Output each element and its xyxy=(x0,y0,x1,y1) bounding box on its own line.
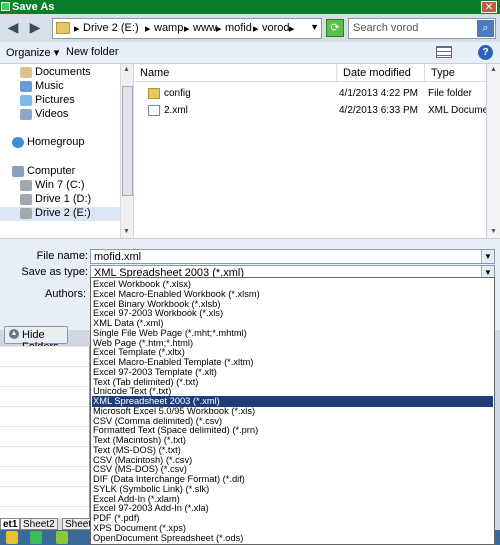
scroll-down-icon[interactable]: ▼ xyxy=(123,228,130,235)
breadcrumb-item[interactable]: vorod xyxy=(262,22,290,34)
drive-icon xyxy=(20,194,32,205)
toolbar: Organize ▾ New folder ? xyxy=(0,42,500,64)
scroll-up-icon[interactable]: ▲ xyxy=(123,66,130,73)
nav-item-homegroup[interactable]: Homegroup xyxy=(0,136,120,150)
address-bar: ◀ ▶ ▸ Drive 2 (E:) ▸ wamp ▸ www ▸ mofid … xyxy=(0,14,500,42)
scroll-up-icon[interactable]: ▲ xyxy=(490,66,497,73)
nav-item-pictures[interactable]: Pictures xyxy=(0,94,120,108)
nav-label: Music xyxy=(35,80,64,92)
breadcrumb-item[interactable]: mofid xyxy=(225,22,252,34)
app-icon xyxy=(1,2,10,11)
title-bar: Save As ✕ xyxy=(0,0,500,14)
nav-item-drive-c[interactable]: Win 7 (C:) xyxy=(0,179,120,193)
close-button[interactable]: ✕ xyxy=(481,1,497,13)
help-icon[interactable]: ? xyxy=(478,45,493,60)
forward-button[interactable]: ▶ xyxy=(24,18,46,38)
nav-label: Drive 1 (D:) xyxy=(35,193,92,205)
filetype-dropdown-list[interactable]: Excel Workbook (*.xlsx) Excel Macro-Enabl… xyxy=(90,277,495,545)
nav-label: Homegroup xyxy=(27,136,85,148)
xml-file-icon xyxy=(148,105,160,116)
nav-label: Pictures xyxy=(35,94,75,106)
app-icon[interactable] xyxy=(56,531,68,544)
drive-icon xyxy=(20,180,32,191)
navigation-pane: Documents Music Pictures Videos Homegrou… xyxy=(0,64,120,238)
breadcrumb-sep: ▸ xyxy=(145,23,151,35)
nav-label: Drive 2 (E:) xyxy=(35,207,91,219)
chevron-down-icon[interactable]: ▼ xyxy=(310,22,319,32)
authors-label: Authors: xyxy=(45,288,86,300)
sheet-tab[interactable]: Sheet2 xyxy=(20,518,58,530)
breadcrumb-item[interactable]: wamp xyxy=(154,22,183,34)
scroll-thumb[interactable] xyxy=(122,86,133,196)
breadcrumb-sep: ▸ xyxy=(184,23,190,35)
music-icon xyxy=(20,81,32,92)
excel-icon[interactable] xyxy=(30,531,42,544)
back-button[interactable]: ◀ xyxy=(2,18,24,38)
file-type: File folder xyxy=(428,88,472,99)
file-date: 4/2/2013 6:33 PM xyxy=(339,105,418,116)
filename-label: File name: xyxy=(36,250,88,262)
drive-icon xyxy=(20,208,32,219)
filetype-option[interactable]: OpenDocument Spreadsheet (*.ods) xyxy=(92,533,493,544)
nav-item-drive-d[interactable]: Drive 1 (D:) xyxy=(0,193,120,207)
nav-item-documents[interactable]: Documents xyxy=(0,66,120,80)
nav-item-drive-e[interactable]: Drive 2 (E:) xyxy=(0,207,120,221)
search-box[interactable]: Search vorod ⌕ xyxy=(348,18,496,39)
breadcrumb-item[interactable]: Drive 2 (E:) xyxy=(83,22,139,34)
refresh-icon[interactable]: ⟳ xyxy=(326,19,344,37)
homegroup-icon xyxy=(12,137,24,148)
organize-button[interactable]: Organize ▾ xyxy=(6,46,59,59)
folder-icon xyxy=(56,22,70,34)
column-header-name[interactable]: Name xyxy=(134,64,337,82)
view-options-icon[interactable] xyxy=(436,46,452,58)
new-folder-button[interactable]: New folder xyxy=(66,46,119,58)
videos-icon xyxy=(20,109,32,120)
breadcrumb-sep: ▸ xyxy=(216,23,222,35)
file-list: Name Date modified Type config 4/1/2013 … xyxy=(134,64,500,238)
file-list-scrollbar[interactable]: ▲ ▼ xyxy=(486,64,500,238)
scroll-down-icon[interactable]: ▼ xyxy=(490,228,497,235)
file-name: config xyxy=(164,88,191,99)
window-title: Save As xyxy=(12,1,55,13)
breadcrumb[interactable]: ▸ Drive 2 (E:) ▸ wamp ▸ www ▸ mofid ▸ vo… xyxy=(52,18,322,39)
documents-icon xyxy=(20,67,32,78)
nav-item-computer[interactable]: Computer xyxy=(0,165,120,179)
filename-value: mofid.xml xyxy=(94,251,142,263)
explorer-icon[interactable] xyxy=(6,531,18,544)
search-input[interactable]: Search vorod xyxy=(353,22,418,34)
folder-icon xyxy=(148,88,160,99)
nav-label: Videos xyxy=(35,108,69,120)
nav-label: Documents xyxy=(35,66,91,78)
breadcrumb-sep: ▸ xyxy=(289,23,295,35)
sheet-tabs: et1 Sheet2 Sheet3 xyxy=(0,518,100,530)
column-header-date[interactable]: Date modified xyxy=(337,64,425,82)
chevron-up-icon: ▲ xyxy=(9,329,19,339)
breadcrumb-item[interactable]: www xyxy=(193,22,217,34)
filename-field[interactable]: mofid.xml ▼ xyxy=(90,249,495,264)
nav-label: Win 7 (C:) xyxy=(35,179,85,191)
sheet-tab[interactable]: et1 xyxy=(0,518,21,530)
file-date: 4/1/2013 4:22 PM xyxy=(339,88,418,99)
chevron-down-icon[interactable]: ▼ xyxy=(481,250,494,263)
background-spreadsheet xyxy=(0,346,90,545)
nav-label: Computer xyxy=(27,165,76,177)
computer-icon xyxy=(12,166,24,177)
nav-scrollbar[interactable]: ▲ ▼ xyxy=(120,64,133,238)
file-row[interactable]: 2.xml 4/2/2013 6:33 PM XML Document xyxy=(134,103,500,120)
breadcrumb-sep: ▸ xyxy=(74,23,80,35)
file-row[interactable]: config 4/1/2013 4:22 PM File folder xyxy=(134,86,500,103)
nav-item-music[interactable]: Music xyxy=(0,80,120,94)
search-icon[interactable]: ⌕ xyxy=(477,20,494,37)
breadcrumb-sep: ▸ xyxy=(253,23,259,35)
file-name: 2.xml xyxy=(164,105,188,116)
hide-folders-button[interactable]: ▲ Hide Folders xyxy=(4,326,68,353)
pictures-icon xyxy=(20,95,32,106)
savetype-label: Save as type: xyxy=(21,266,88,278)
nav-item-videos[interactable]: Videos xyxy=(0,108,120,122)
